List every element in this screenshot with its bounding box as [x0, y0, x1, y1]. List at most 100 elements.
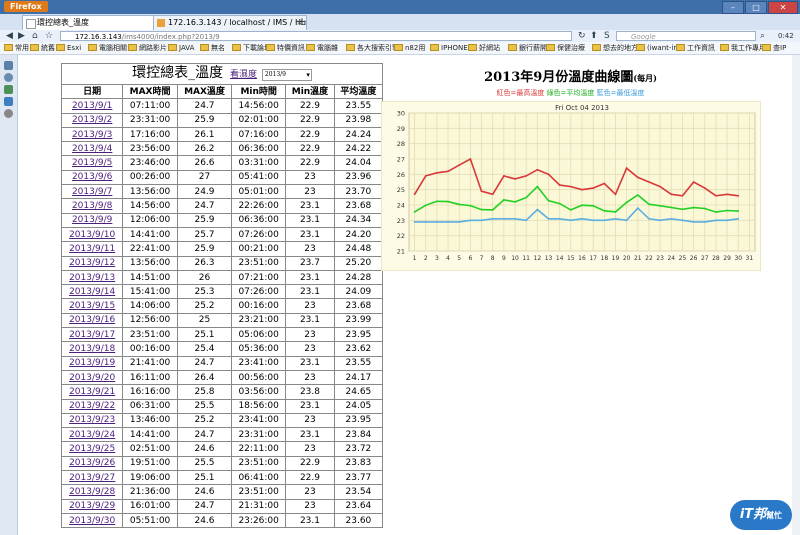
feed-icon[interactable]	[4, 109, 13, 118]
bookmark-3[interactable]: 電腦相關	[88, 42, 127, 54]
date-link[interactable]: 2013/9/7	[72, 187, 112, 197]
minimize-icon[interactable]: –	[722, 1, 744, 14]
date-link[interactable]: 2013/9/19	[69, 358, 115, 368]
humidity-link[interactable]: 看濕度	[230, 70, 257, 80]
bookmark-11[interactable]: n82用	[394, 42, 425, 54]
bookmark-16[interactable]: 想去的地方	[592, 42, 638, 54]
bookmark-10[interactable]: 各大搜索引擎	[346, 42, 399, 54]
data-point-avg	[558, 202, 561, 205]
date-link[interactable]: 2013/9/28	[69, 487, 115, 497]
x-tick-label: 30	[734, 255, 742, 262]
bookmark-20[interactable]: 查IP	[762, 42, 786, 54]
date-link[interactable]: 2013/9/23	[69, 415, 115, 425]
reload-icon[interactable]: ↻	[578, 30, 586, 42]
bookmarks-icon[interactable]	[4, 61, 13, 70]
date-link[interactable]: 2013/9/10	[69, 230, 115, 240]
date-link[interactable]: 2013/9/13	[69, 273, 115, 283]
bookmark-0[interactable]: 常用	[4, 42, 29, 54]
data-point-avg	[569, 209, 572, 211]
image-icon[interactable]	[4, 97, 13, 106]
date-link[interactable]: 2013/9/26	[69, 458, 115, 468]
back-icon[interactable]: ◀	[6, 30, 13, 42]
warning-icon	[157, 19, 165, 27]
table-row: 2013/9/8 14:56:00 24.7 22:26:00 23.1 23.68	[60, 198, 384, 214]
date-link[interactable]: 2013/9/22	[69, 401, 115, 411]
value-cell: 27	[176, 169, 233, 186]
value-cell: 22.9	[285, 98, 335, 114]
bookmark-6[interactable]: 無名	[200, 42, 225, 54]
date-link[interactable]: 2013/9/9	[72, 215, 112, 225]
firefox-menu-button[interactable]: Firefox	[4, 1, 48, 12]
data-point-min	[413, 220, 416, 223]
addon-icon[interactable]: ⬆	[590, 30, 598, 42]
date-link[interactable]: 2013/9/8	[72, 201, 112, 211]
date-link[interactable]: 2013/9/24	[69, 430, 115, 440]
chart-title: Fri Oct 04 2013	[555, 104, 609, 112]
addons-icon[interactable]	[4, 85, 13, 94]
value-cell: 16:16:00	[122, 384, 178, 400]
date-link[interactable]: 2013/9/15	[69, 301, 115, 311]
date-cell: 2013/9/12	[60, 255, 124, 271]
date-link[interactable]: 2013/9/18	[69, 344, 115, 354]
date-link[interactable]: 2013/9/25	[69, 444, 115, 454]
page-scrollbar[interactable]	[792, 55, 800, 535]
date-link[interactable]: 2013/9/3	[72, 130, 112, 140]
date-link[interactable]: 2013/9/29	[69, 501, 115, 511]
bookmarks-bar: 常用 統舊 Esxi 電腦相關 網路影片 JAVA 無名 下載論壇 特價資訊 電腦雜 各大搜索引擎 n…	[0, 42, 800, 55]
bookmark-9[interactable]: 電腦雜	[306, 42, 338, 54]
bookmark-18[interactable]: 工作資訊	[676, 42, 715, 54]
bookmark-15[interactable]: 保健治療	[546, 42, 585, 54]
date-link[interactable]: 2013/9/14	[69, 287, 115, 297]
y-tick-label: 28	[397, 140, 405, 148]
date-link[interactable]: 2013/9/4	[72, 144, 112, 154]
bookmark-5[interactable]: JAVA	[168, 42, 194, 54]
x-tick-label: 17	[589, 255, 597, 262]
search-icon[interactable]: ⌕	[760, 30, 765, 42]
home-icon[interactable]: ⌂	[32, 30, 38, 42]
value-cell: 24.7	[176, 98, 233, 114]
date-link[interactable]: 2013/9/27	[69, 473, 115, 483]
month-select[interactable]: 2013/9	[261, 68, 312, 81]
date-link[interactable]: 2013/9/21	[69, 387, 115, 397]
close-window-icon[interactable]: ✕	[768, 1, 798, 14]
bookmark-2[interactable]: Esxi	[56, 42, 81, 54]
bookmark-14[interactable]: 銀行薪開	[508, 42, 547, 54]
date-link[interactable]: 2013/9/17	[69, 330, 115, 340]
bookmark-label: n82用	[405, 44, 426, 52]
date-link[interactable]: 2013/9/16	[69, 315, 115, 325]
date-link[interactable]: 2013/9/30	[69, 516, 115, 526]
bookmark-17[interactable]: (iwant-in)	[636, 42, 681, 54]
forward-icon[interactable]: ▶	[18, 30, 25, 42]
data-point-max	[569, 185, 572, 188]
date-cell: 2013/9/3	[60, 126, 124, 143]
value-cell: 24.7	[176, 355, 233, 371]
bookmark-1[interactable]: 統舊	[30, 42, 55, 54]
tab-phpmyadmin[interactable]: 172.16.3.143 / localhost / IMS / Hu... ×	[153, 15, 307, 30]
date-link[interactable]: 2013/9/12	[69, 258, 115, 268]
date-link[interactable]: 2013/9/6	[72, 172, 112, 182]
data-point-avg	[458, 203, 461, 206]
tab-temperature[interactable]: 環控總表_溫度 ×	[22, 15, 166, 30]
date-link[interactable]: 2013/9/5	[72, 158, 112, 168]
y-tick-label: 30	[397, 110, 405, 118]
date-link[interactable]: 2013/9/20	[69, 373, 115, 383]
bookmark-13[interactable]: 好網站	[468, 42, 500, 54]
value-cell: 23:51:00	[122, 327, 178, 343]
logo-sub: 幫忙	[766, 511, 783, 520]
new-tab-button[interactable]: +	[295, 15, 309, 29]
date-link[interactable]: 2013/9/2	[72, 115, 112, 125]
bookmark-8[interactable]: 特價資訊	[266, 42, 305, 54]
date-link[interactable]: 2013/9/11	[69, 244, 115, 254]
search-engine-icon[interactable]: S	[604, 30, 610, 42]
maximize-icon[interactable]: □	[745, 1, 767, 14]
search-input[interactable]: Google	[616, 31, 756, 41]
bookmark-4[interactable]: 網路影片	[128, 42, 167, 54]
date-link[interactable]: 2013/9/1	[72, 101, 112, 111]
table-row: 2013/9/29 16:01:00 24.7 21:31:00 23 23.64	[60, 498, 384, 514]
bookmark-12[interactable]: IPHONE	[430, 42, 468, 54]
bookmark-19[interactable]: 我工作專用	[720, 42, 766, 54]
url-bar[interactable]: 172.16.3.143/ims4000/index.php?2013/9	[60, 31, 572, 41]
bookmark-star-icon[interactable]: ☆	[45, 30, 53, 42]
history-icon[interactable]	[4, 73, 13, 82]
y-tick-label: 21	[397, 248, 405, 256]
